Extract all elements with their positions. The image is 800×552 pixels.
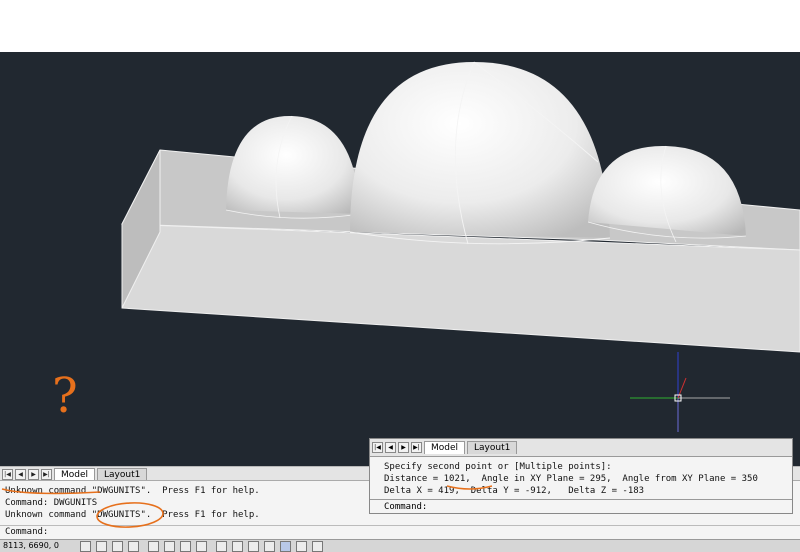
osnap-toggle-icon[interactable]: [148, 541, 159, 552]
next-tab-icon[interactable]: ▶: [398, 442, 409, 453]
crosshair-cursor: [630, 352, 730, 432]
otrack-toggle-icon[interactable]: [164, 541, 175, 552]
first-tab-icon[interactable]: |◀: [372, 442, 383, 453]
last-tab-icon[interactable]: ▶|: [41, 468, 52, 480]
tab-layout1[interactable]: Layout1: [467, 441, 518, 454]
qp-toggle-icon[interactable]: [248, 541, 259, 552]
next-tab-icon[interactable]: ▶: [28, 468, 39, 480]
dome-right: [588, 145, 746, 236]
dyn-toggle-icon[interactable]: [196, 541, 207, 552]
sc-toggle-icon[interactable]: [264, 541, 275, 552]
last-tab-icon[interactable]: ▶|: [411, 442, 422, 453]
ortho-toggle-icon[interactable]: [112, 541, 123, 552]
lwt-toggle-icon[interactable]: [216, 541, 227, 552]
secondary-tab-bar: |◀ ◀ ▶ ▶| Model Layout1: [370, 439, 792, 457]
command-prompt[interactable]: Command:: [5, 527, 48, 537]
annotation-toggle-icon[interactable]: [312, 541, 323, 552]
measurement-output: Specify second point or [Multiple points…: [384, 461, 758, 497]
dome-center: [350, 62, 610, 238]
ducs-toggle-icon[interactable]: [180, 541, 191, 552]
measurement-line: Delta X = 419, Delta Y = -912, Delta Z =…: [384, 486, 645, 496]
layout-toggle-icon[interactable]: [296, 541, 307, 552]
first-tab-icon[interactable]: |◀: [2, 468, 13, 480]
command-separator: [0, 525, 800, 526]
command-history-line: Unknown command "DWGUNITS". Press F1 for…: [5, 510, 260, 520]
command-history-line: Command: DWGUNITS: [5, 498, 98, 508]
tab-model[interactable]: Model: [54, 467, 96, 481]
tab-layout1[interactable]: Layout1: [97, 467, 148, 481]
dome-left: [226, 115, 360, 214]
measurement-line: Distance = 1021, Angle in XY Plane = 295…: [384, 474, 758, 484]
command-history-line: Unknown command "DWGUNITS". Press F1 for…: [5, 486, 260, 496]
tab-model[interactable]: Model: [424, 441, 466, 454]
prev-tab-icon[interactable]: ◀: [385, 442, 396, 453]
model-scene: [121, 61, 800, 432]
grid-toggle-icon[interactable]: [96, 541, 107, 552]
measurement-line: Specify second point or [Multiple points…: [384, 462, 612, 472]
prev-tab-icon[interactable]: ◀: [15, 468, 26, 480]
secondary-command-panel: |◀ ◀ ▶ ▶| Model Layout1 Specify second p…: [369, 438, 793, 514]
drawing-viewport[interactable]: ?: [0, 52, 800, 466]
polar-toggle-icon[interactable]: [128, 541, 139, 552]
status-bar: 8113, 6690, 0: [0, 539, 800, 552]
model-toggle-icon[interactable]: [280, 541, 291, 552]
tpy-toggle-icon[interactable]: [232, 541, 243, 552]
panel-separator: [370, 499, 792, 500]
coordinate-readout: 8113, 6690, 0: [3, 541, 59, 550]
secondary-command-prompt[interactable]: Command:: [384, 502, 427, 512]
snap-toggle-icon[interactable]: [80, 541, 91, 552]
question-mark-annotation: ?: [52, 368, 78, 424]
